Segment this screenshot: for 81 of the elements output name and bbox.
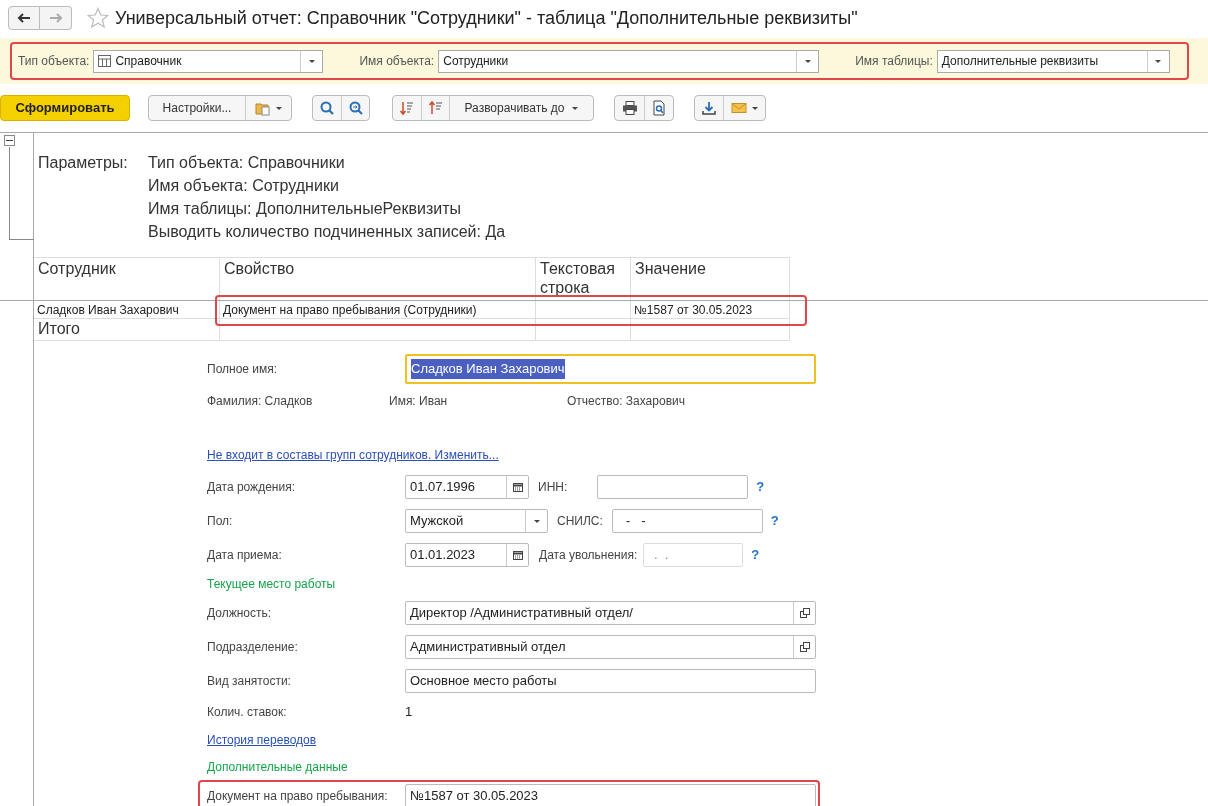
parameter-line: Имя таблицы: ДополнительныеРеквизиты: [148, 199, 462, 219]
field-label: Должность:: [207, 605, 273, 622]
search-arrow-icon: [347, 100, 364, 116]
field-label: Подразделение:: [207, 639, 299, 656]
generate-button[interactable]: Сформировать: [0, 95, 130, 121]
column-header: Сотрудник: [34, 257, 220, 300]
dropdown-field[interactable]: Сотрудники: [438, 49, 820, 73]
parameters-label: Параметры:: [38, 153, 129, 173]
link[interactable]: Не входит в составы групп сотрудников. Изменить...: [207, 446, 499, 464]
dropdown-field[interactable]: Справочник: [93, 49, 324, 73]
caret-icon: [750, 105, 759, 111]
date-field[interactable]: 01.07.1996: [405, 475, 529, 499]
text-field[interactable]: Сладков Иван Захарович: [405, 354, 816, 384]
field-label: Вид занятости:: [207, 673, 292, 690]
window-title: Универсальный отчет: Справочник "Сотрудники" - таблица "Дополнительные реквизиты": [115, 6, 858, 30]
field-label: Дата увольнения:: [539, 547, 638, 564]
field-label: Тип объекта:: [18, 53, 90, 70]
table-cell: Сладков Иван Захарович: [34, 301, 220, 319]
caret-icon: [570, 105, 579, 111]
help-icon[interactable]: ?: [756, 477, 765, 497]
name-part: Отчество: Захарович: [567, 393, 685, 410]
field-label: Имя объекта:: [359, 53, 435, 70]
caret-icon: [803, 58, 812, 64]
document-magnifier-icon: [651, 100, 667, 116]
dropdown-field[interactable]: Мужской: [405, 509, 548, 533]
parameter-line: Выводить количество подчиненных записей: Да: [148, 222, 506, 242]
search-icon: [319, 100, 335, 116]
sort-ascending-icon: [427, 100, 444, 116]
total-label: Итого: [34, 319, 220, 341]
table-cell: Документ на право пребывания (Сотрудники): [220, 301, 536, 319]
caret-icon: [274, 105, 283, 111]
caret-icon: [1154, 58, 1163, 64]
table-cell: №1587 от 30.05.2023: [631, 301, 790, 319]
name-part: Имя: Иван: [389, 393, 449, 410]
parameter-line: Имя объекта: Сотрудники: [148, 176, 340, 196]
link[interactable]: История переводов: [207, 731, 317, 749]
field-label: Дата рождения:: [207, 479, 296, 496]
section-heading: Дополнительные данные: [207, 759, 348, 776]
download-icon: [701, 100, 717, 116]
field-value: 1: [405, 702, 413, 721]
parameter-line: Тип объекта: Справочники: [148, 153, 346, 173]
text-field[interactable]: - -: [611, 509, 763, 533]
envelope-icon: [730, 100, 747, 116]
field-label: Дата приема:: [207, 547, 283, 564]
field-label: ИНН:: [538, 479, 568, 496]
dropdown-field[interactable]: Дополнительные реквизиты: [936, 49, 1170, 73]
column-header: Свойство: [220, 257, 536, 300]
text-field[interactable]: Основное место работы: [405, 669, 816, 693]
field-label: Имя таблицы:: [855, 53, 933, 70]
back-button[interactable]: [8, 6, 40, 30]
help-icon[interactable]: ?: [751, 545, 760, 565]
help-icon[interactable]: ?: [770, 511, 779, 531]
text-field[interactable]: Административный отдел: [405, 635, 816, 659]
open-window-icon: [799, 642, 810, 652]
text-field[interactable]: . .: [643, 543, 744, 567]
field-label: Документ на право пребывания:: [207, 788, 389, 805]
arrow-right-icon: [47, 12, 64, 24]
column-header: Значение: [631, 257, 790, 300]
collapse-button[interactable]: [4, 135, 15, 146]
text-field[interactable]: №1587 от 30.05.2023: [405, 784, 816, 806]
sort-descending-icon: [399, 100, 415, 116]
calendar-icon: [512, 550, 523, 560]
open-window-icon: [799, 608, 810, 618]
printer-icon: [621, 100, 638, 116]
calendar-icon: [512, 482, 523, 492]
arrow-left-icon: [16, 12, 32, 24]
field-label: Колич. ставок:: [207, 703, 288, 721]
field-label: СНИЛС:: [557, 513, 603, 530]
star-icon[interactable]: [87, 7, 109, 29]
column-header: Текстовая строка: [536, 257, 631, 300]
folder-icon: [254, 100, 271, 116]
caret-icon: [532, 518, 541, 524]
field-label: Полное имя:: [207, 361, 279, 378]
table-icon: [98, 55, 112, 67]
section-heading: Текущее место работы: [207, 576, 336, 593]
text-field[interactable]: [597, 475, 749, 499]
field-label: Пол:: [207, 513, 234, 530]
name-part: Фамилия: Сладков: [207, 393, 314, 410]
text-field[interactable]: Директор /Административный отдел/: [405, 601, 816, 625]
caret-icon: [307, 58, 316, 64]
date-field[interactable]: 01.01.2023: [405, 543, 529, 567]
